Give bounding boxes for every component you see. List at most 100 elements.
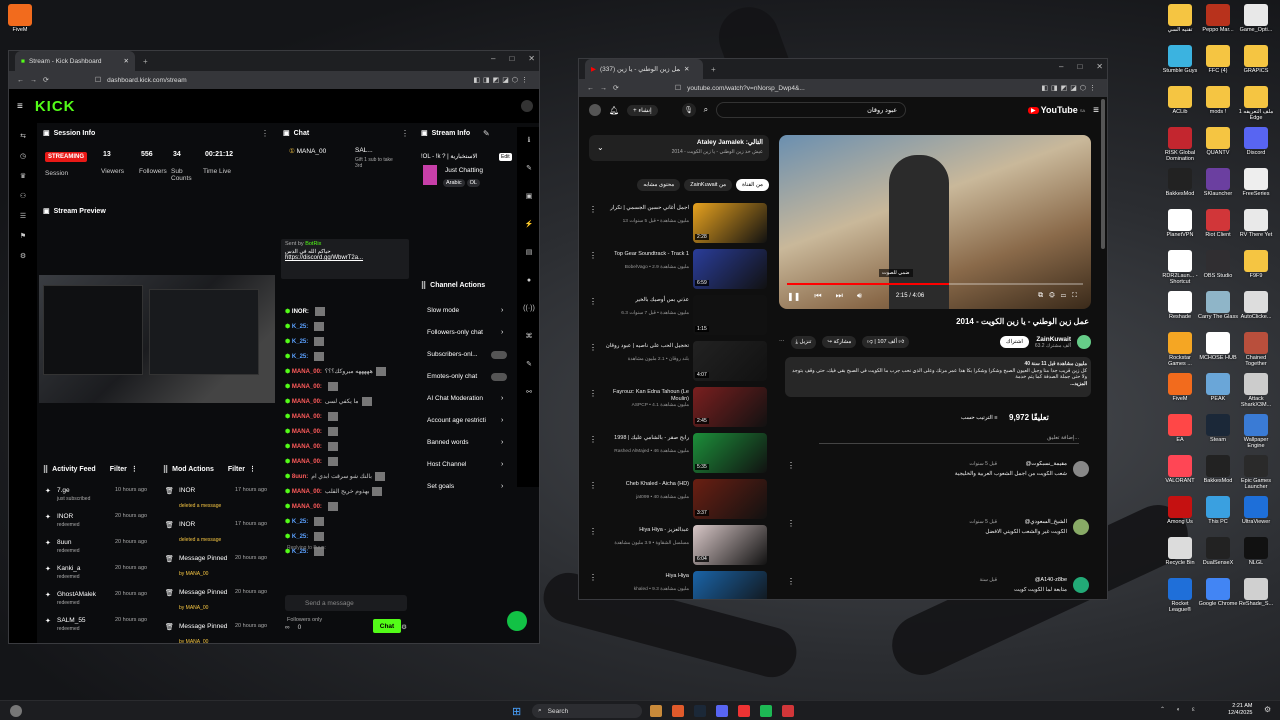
more-icon[interactable]: ⋯	[779, 339, 785, 345]
video-title[interactable]: رابح صقر - بالشامي عليك | 1998	[599, 435, 689, 442]
video-title[interactable]: Fayrouz: Kan Edna Tahoun (Le Moulin)	[599, 389, 689, 402]
youtube-logo[interactable]: ▶ YouTube SA	[1028, 105, 1085, 115]
chat-username[interactable]: K_25:	[292, 354, 308, 360]
clock[interactable]: 2:21 AM 12/4/2025	[1228, 703, 1252, 717]
taskbar-app-icon[interactable]	[650, 705, 662, 717]
more-icon[interactable]: ⋮	[589, 481, 597, 490]
video-title[interactable]: تخجيل الحب على ناصيه | عبود روقان	[599, 343, 689, 350]
extensions-icons[interactable]: ◧◨◩◪⬡⋮	[1041, 84, 1099, 92]
chat-username[interactable]: MANA_00:	[292, 414, 322, 420]
desktop-icon[interactable]: VALORANT	[1160, 455, 1200, 491]
desktop-icon[interactable]: ACLib	[1160, 86, 1200, 122]
desktop-icon[interactable]: FFC (4)	[1198, 45, 1238, 81]
chevron-right-icon[interactable]: ›	[501, 307, 503, 314]
description-box[interactable]: 40 مليون مشاهدة قبل 11 سنة كل زين قريب ج…	[785, 357, 1091, 397]
activity-user[interactable]: SALM_55	[57, 617, 86, 624]
sort-button[interactable]: الترتيب حسب ≡	[961, 415, 997, 421]
chevron-down-icon[interactable]: ⌄	[597, 143, 604, 152]
extensions-icons[interactable]: ◧◨◩◪⬡⋮	[473, 76, 531, 84]
chevron-right-icon[interactable]: ›	[501, 483, 503, 490]
add-comment-input[interactable]: إضافة تعليق...	[819, 435, 1079, 444]
activity-user[interactable]: 8uun	[57, 539, 71, 546]
chat-message[interactable]: ⬢ K_25:	[285, 322, 325, 331]
more-icon[interactable]: ⋮	[589, 205, 597, 214]
mod-target[interactable]: INOR	[179, 487, 229, 494]
more-icon[interactable]: ⋮	[589, 251, 597, 260]
notification-icon[interactable]: ⚙	[1264, 705, 1271, 714]
forward-icon[interactable]: →	[30, 77, 37, 84]
channel-action-item[interactable]: Host Channel	[427, 461, 497, 468]
maximize-icon[interactable]: □	[509, 54, 514, 63]
close-tab-icon[interactable]: ✕	[684, 65, 689, 73]
comment-author[interactable]: @مقيمة_نسبكوت	[1026, 461, 1067, 467]
chevron-right-icon[interactable]: ›	[501, 329, 503, 336]
minimize-icon[interactable]: –	[1059, 62, 1063, 71]
desktop-icon[interactable]: mods !	[1198, 86, 1238, 122]
channel-action-item[interactable]: Subscribers-onl...	[427, 351, 497, 358]
desktop-icon[interactable]: Chained Together	[1236, 332, 1276, 368]
more-icon[interactable]: ⋮	[589, 573, 597, 582]
more-icon[interactable]: ⋮	[787, 577, 795, 586]
desktop-icon[interactable]: PEAK	[1198, 373, 1238, 409]
more-icon[interactable]: ⋮	[787, 461, 795, 470]
stream-tag[interactable]: OL	[466, 179, 480, 187]
create-button[interactable]: + إنشاء	[627, 104, 658, 116]
chat-username[interactable]: MANA_00:	[292, 489, 322, 495]
desktop-icon[interactable]: BakkesMod	[1160, 168, 1200, 204]
video-player[interactable]: ضمي للصوت ❚❚ ⏮︎ ⏭︎ 🔊︎ 2:15 / 4:06 ⧉⚙▭⛶	[779, 135, 1091, 309]
chat-message[interactable]: ⬢ K_25:	[285, 352, 325, 361]
chat-username[interactable]: MANA_00:	[292, 399, 322, 405]
chat-username[interactable]: INOR:	[292, 309, 309, 315]
taskbar-search[interactable]: ⌕ Search	[532, 704, 642, 718]
chat-username[interactable]: K_25:	[292, 534, 308, 540]
search-icon[interactable]: ⌕	[704, 105, 708, 115]
widgets-icon[interactable]	[10, 705, 22, 717]
desktop-icon[interactable]: FiveM	[0, 4, 40, 40]
channel-action-item[interactable]: Account age restricti	[427, 417, 497, 424]
tool-icons[interactable]: ℹ ✎ ▣ ⚡ ▤ ● ((·)) ⌘ ✎ ⚯	[517, 127, 539, 407]
edit-button[interactable]: Edit	[499, 153, 512, 161]
channel-name[interactable]: ZainKuwait	[1035, 336, 1071, 343]
desktop-icon[interactable]: Riot Client	[1198, 209, 1238, 245]
desktop-icon[interactable]: This PC	[1198, 496, 1238, 532]
desktop-icon[interactable]: Stumble Guys	[1160, 45, 1200, 81]
comment-avatar[interactable]	[1073, 577, 1089, 593]
desktop-icon[interactable]: NLGL	[1236, 537, 1276, 573]
minimize-icon[interactable]: –	[491, 54, 495, 63]
maximize-icon[interactable]: □	[1077, 62, 1082, 71]
desktop-icon[interactable]: Peppo Mar...	[1198, 4, 1238, 40]
taskbar-app-icon[interactable]	[672, 705, 684, 717]
channel-action-item[interactable]: Set goals	[427, 483, 497, 490]
video-title[interactable]: Hiya Hiya	[599, 573, 689, 580]
desktop-icon[interactable]: Carry The Glass	[1198, 291, 1238, 327]
chevron-right-icon[interactable]: ›	[501, 417, 503, 424]
chat-username[interactable]: MANA_00:	[292, 444, 322, 450]
reload-icon[interactable]: ⟳	[43, 76, 49, 84]
taskbar-app-icon[interactable]	[694, 705, 706, 717]
video-title[interactable]: اجمل أغاني حسين الجسمي | تكرار	[599, 205, 689, 212]
video-title[interactable]: Cheb Khaled - Aicha (HD)	[599, 481, 689, 488]
chat-username[interactable]: K_25:	[292, 324, 308, 330]
kick-fab[interactable]	[507, 611, 527, 631]
desktop-icon[interactable]: UltraViewer	[1236, 496, 1276, 532]
more-icon[interactable]: ⋮	[589, 435, 597, 444]
desktop-icon[interactable]: GRAPICS	[1236, 45, 1276, 81]
desktop-icon[interactable]: PlanetVPN	[1160, 209, 1200, 245]
chat-message[interactable]: ⬢ K_25:	[285, 517, 325, 526]
rail-icons[interactable]: ⇆ ◷ ♛ ⚇ ☰ ⚑ ⚙	[9, 123, 37, 267]
mod-target[interactable]: Message Pinned	[179, 623, 229, 630]
pause-icon[interactable]: ❚❚	[787, 292, 800, 301]
chat-message[interactable]: ⬢ 8uun: بالنك شو سرقت ابدي ام	[285, 472, 385, 481]
chat-username[interactable]: 8uun:	[292, 474, 308, 480]
channel-action-item[interactable]: Emotes-only chat	[427, 373, 497, 380]
avatar[interactable]	[589, 104, 601, 116]
channel-action-item[interactable]: Followers-only chat	[427, 329, 497, 336]
like-button[interactable]: 👎︎ | 107 ألف 👍︎	[862, 336, 910, 348]
more-icon[interactable]: ⋮	[249, 465, 256, 473]
url-text[interactable]: dashboard.kick.com/stream	[107, 77, 186, 84]
reload-icon[interactable]: ⟳	[613, 84, 619, 92]
desktop-icon[interactable]: RISK Global Domination	[1160, 127, 1200, 163]
chat-message[interactable]: ⬢ K_25:	[285, 337, 325, 346]
more-icon[interactable]: ⋮	[589, 297, 597, 306]
desktop-icon[interactable]: Wallpaper Engine	[1236, 414, 1276, 450]
